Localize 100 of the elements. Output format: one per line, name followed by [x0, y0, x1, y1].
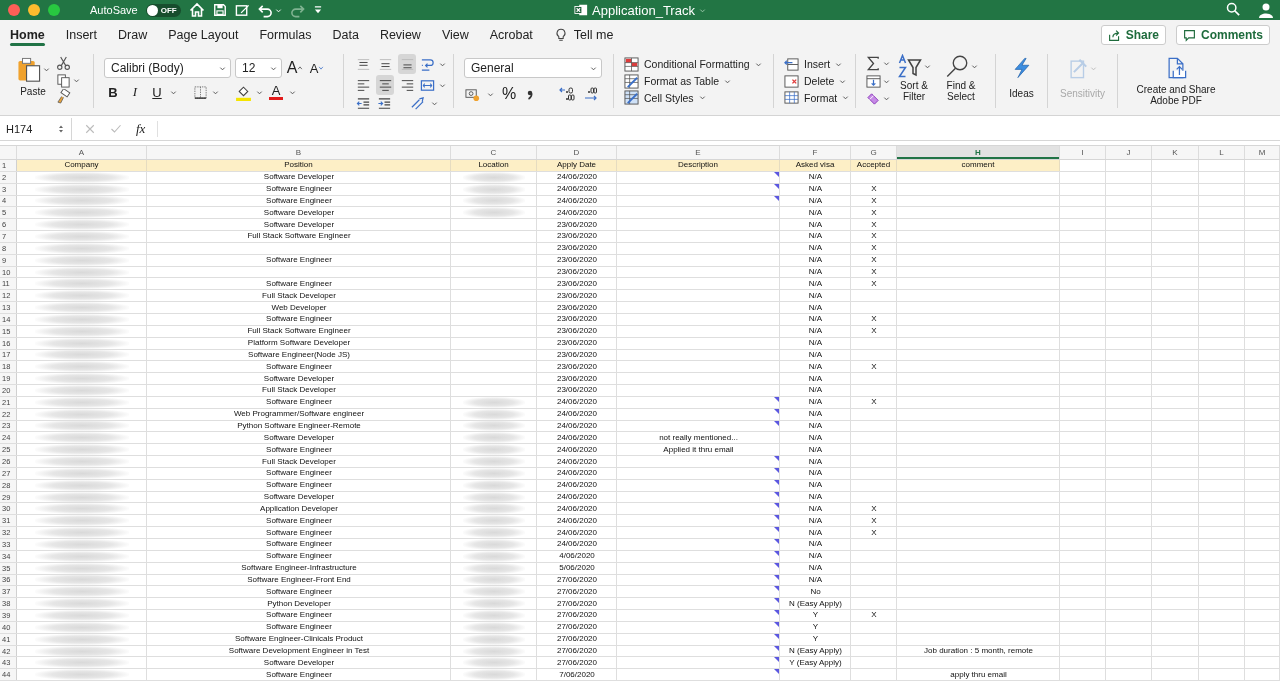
note-indicator-icon[interactable]	[774, 183, 779, 189]
copy-icon[interactable]	[56, 72, 71, 88]
ribbon-tab[interactable]: Data	[332, 20, 359, 50]
caret-icon[interactable]	[487, 90, 494, 98]
autosave-toggle[interactable]: OFF	[145, 3, 181, 17]
note-indicator-icon[interactable]	[774, 645, 779, 651]
column-header[interactable]: H	[897, 146, 1060, 159]
zoom-button[interactable]	[48, 4, 60, 16]
caret-icon[interactable]	[698, 94, 706, 102]
column-header[interactable]: I	[1060, 146, 1106, 159]
ribbon-tab[interactable]: Draw	[118, 20, 148, 50]
save-icon[interactable]	[212, 3, 227, 17]
column-header[interactable]: M	[1245, 146, 1280, 159]
styles-menu-button[interactable]: Conditional Formatting	[624, 56, 762, 73]
home-icon[interactable]	[188, 2, 205, 18]
increase-decimal-icon[interactable]	[558, 86, 576, 102]
sort-filter-button[interactable]: Sort & Filter	[894, 54, 934, 108]
column-header[interactable]: F	[780, 146, 851, 159]
checkmark-icon[interactable]	[110, 123, 122, 135]
caret-icon[interactable]	[724, 77, 732, 85]
caret-icon[interactable]	[274, 6, 282, 14]
create-pdf-button[interactable]: Create and Share Adobe PDF	[1130, 54, 1222, 115]
italic-button[interactable]: I	[126, 82, 144, 102]
tell-me-search[interactable]: Tell me	[573, 28, 614, 42]
note-indicator-icon[interactable]	[774, 527, 779, 533]
column-header[interactable]: E	[617, 146, 780, 159]
horizontal-align-button[interactable]	[376, 75, 394, 95]
caret-icon[interactable]	[43, 65, 50, 73]
caret-icon[interactable]	[289, 88, 296, 96]
merge-cells-icon[interactable]	[420, 77, 435, 93]
styles-menu-button[interactable]: Format as Table	[624, 72, 762, 90]
borders-icon[interactable]	[193, 84, 208, 100]
note-indicator-icon[interactable]	[774, 562, 779, 568]
customize-icon[interactable]	[312, 5, 323, 15]
note-indicator-icon[interactable]	[774, 598, 779, 604]
note-indicator-icon[interactable]	[774, 171, 779, 177]
sum-icon[interactable]	[866, 56, 881, 71]
ideas-button[interactable]: Ideas	[1009, 54, 1034, 108]
ribbon-tab[interactable]: Insert	[65, 20, 97, 50]
share-button[interactable]: Share	[1100, 25, 1166, 45]
comments-button[interactable]: Comments	[1176, 25, 1270, 45]
percent-button[interactable]: %	[500, 84, 518, 104]
decrease-indent-icon[interactable]	[356, 96, 371, 111]
ribbon-tab[interactable]: View	[441, 20, 469, 50]
decrease-decimal-icon[interactable]	[582, 86, 600, 102]
ribbon-tab[interactable]: Formulas	[259, 20, 312, 50]
column-header[interactable]: C	[451, 146, 537, 159]
note-indicator-icon[interactable]	[774, 396, 779, 402]
font-name-dropdown[interactable]: Calibri (Body)	[104, 58, 231, 78]
note-indicator-icon[interactable]	[774, 621, 779, 627]
name-box[interactable]: H174	[0, 118, 72, 140]
ribbon-tab[interactable]: Home	[10, 20, 45, 50]
caret-icon[interactable]	[439, 81, 446, 89]
grow-font-button[interactable]: A	[286, 58, 304, 78]
note-indicator-icon[interactable]	[774, 586, 779, 592]
column-header[interactable]: A	[17, 146, 147, 159]
caret-icon[interactable]	[270, 64, 277, 72]
minimize-button[interactable]	[28, 4, 40, 16]
note-indicator-icon[interactable]	[774, 195, 779, 201]
currency-icon[interactable]	[464, 86, 481, 102]
note-indicator-icon[interactable]	[774, 515, 779, 521]
column-header[interactable]: K	[1152, 146, 1199, 159]
note-indicator-icon[interactable]	[774, 550, 779, 556]
note-indicator-icon[interactable]	[774, 456, 779, 462]
caret-icon[interactable]	[835, 60, 843, 68]
person-icon[interactable]	[1258, 2, 1274, 18]
caret-icon[interactable]	[754, 60, 762, 68]
underline-button[interactable]: U	[148, 82, 166, 102]
format-painter-icon[interactable]	[56, 89, 71, 104]
ribbon-tab[interactable]: Acrobat	[489, 20, 533, 50]
caret-icon[interactable]	[883, 77, 890, 85]
text-orientation-icon[interactable]	[410, 96, 425, 111]
note-indicator-icon[interactable]	[774, 574, 779, 580]
note-indicator-icon[interactable]	[774, 420, 779, 426]
shrink-font-button[interactable]: A	[308, 58, 326, 78]
cells-menu-button[interactable]: Insert	[784, 56, 850, 73]
note-indicator-icon[interactable]	[774, 669, 779, 675]
insert-function-button[interactable]: fx	[136, 121, 146, 137]
scissors-icon[interactable]	[56, 56, 71, 71]
cells-menu-button[interactable]: Format	[784, 89, 850, 106]
increase-indent-icon[interactable]	[377, 96, 392, 111]
caret-icon[interactable]	[439, 60, 446, 68]
styles-menu-button[interactable]: Cell Styles	[624, 89, 762, 106]
find-select-button[interactable]: Find & Select	[938, 54, 984, 108]
note-indicator-icon[interactable]	[774, 657, 779, 663]
ribbon-tab[interactable]: Page Layout	[168, 20, 239, 50]
vertical-align-button[interactable]	[398, 54, 416, 74]
note-indicator-icon[interactable]	[774, 610, 779, 616]
font-color-button[interactable]: A	[267, 82, 285, 102]
caret-icon[interactable]	[73, 76, 80, 84]
note-indicator-icon[interactable]	[774, 408, 779, 414]
caret-icon[interactable]	[842, 94, 850, 102]
lightbulb-icon[interactable]	[553, 28, 568, 42]
paste-button[interactable]: Paste	[16, 54, 50, 108]
font-size-dropdown[interactable]: 12	[235, 58, 282, 78]
number-format-dropdown[interactable]: General	[464, 58, 602, 78]
bold-button[interactable]: B	[104, 82, 122, 102]
caret-icon[interactable]	[219, 64, 226, 72]
note-indicator-icon[interactable]	[774, 467, 779, 473]
edit-icon[interactable]	[234, 2, 250, 18]
